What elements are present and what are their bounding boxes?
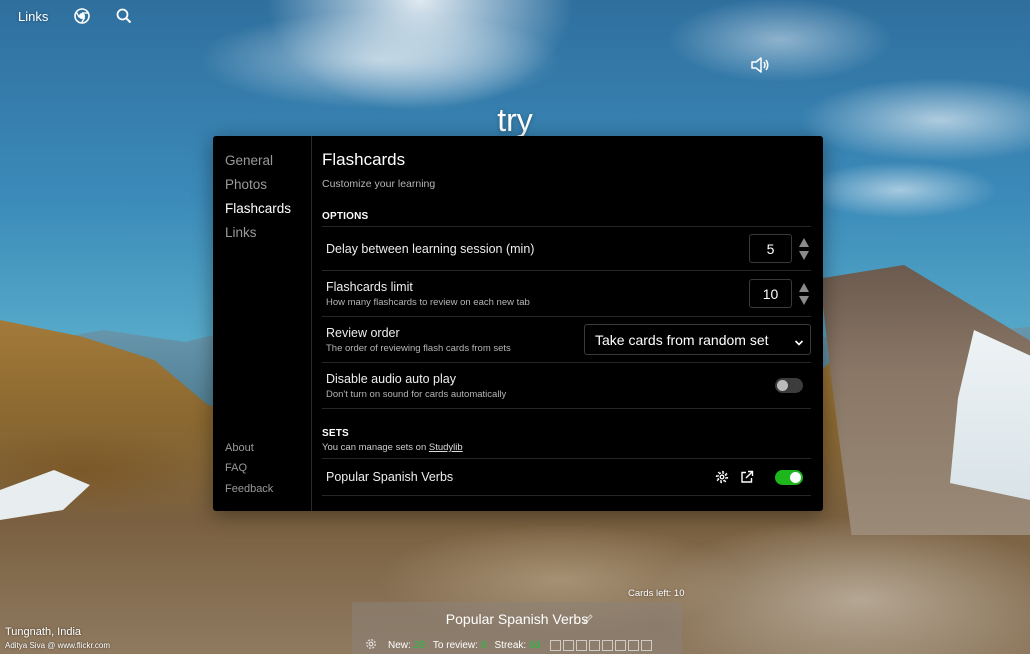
set-actions <box>715 470 754 484</box>
streak-day <box>576 640 588 651</box>
options-heading: OPTIONS <box>322 211 369 222</box>
sets-note-text: You can manage sets on <box>322 442 429 453</box>
settings-content: Flashcards Customize your learning OPTIO… <box>312 136 823 511</box>
streak-count: 0d <box>529 640 541 651</box>
delay-label: Delay between learning session (min) <box>326 241 535 256</box>
deck-name: Popular Spanish Verbs <box>445 611 589 627</box>
audio-hint: Don't turn on sound for cards automatica… <box>326 388 507 400</box>
audio-row: Disable audio auto play Don't turn on so… <box>322 362 811 408</box>
order-label: Review order <box>326 325 400 340</box>
feedback-link[interactable]: Feedback <box>225 483 273 496</box>
streak-day <box>628 640 640 651</box>
set-toggle[interactable] <box>775 469 803 485</box>
audio-label: Disable audio auto play <box>326 371 456 386</box>
limit-hint: How many flashcards to review on each ne… <box>326 296 530 308</box>
nav-flashcards[interactable]: Flashcards <box>225 201 311 217</box>
gear-icon[interactable] <box>715 470 729 484</box>
limit-input[interactable]: 10 <box>749 279 792 308</box>
streak-day <box>589 640 601 651</box>
chrome-icon[interactable] <box>74 8 91 24</box>
set-name: Popular Spanish Verbs <box>326 470 454 484</box>
order-hint: The order of reviewing flash cards from … <box>326 342 511 354</box>
settings-modal: General Photos Flashcards Links About FA… <box>213 136 823 511</box>
page-title: Flashcards <box>322 150 406 169</box>
streak-day <box>602 640 614 651</box>
search-icon[interactable] <box>116 8 132 24</box>
audio-toggle[interactable] <box>775 378 803 393</box>
nav-general[interactable]: General <box>225 153 311 169</box>
sidebar-footer: About FAQ Feedback <box>225 434 273 496</box>
photo-credit: Tungnath, India Aditya Siva @ www.flickr… <box>5 626 110 650</box>
external-link-icon[interactable] <box>740 470 754 484</box>
settings-sidebar: General Photos Flashcards Links About FA… <box>213 136 312 511</box>
new-label: New: <box>388 640 411 651</box>
order-select[interactable]: Take cards from random set <box>584 324 811 355</box>
photo-location[interactable]: Tungnath, India <box>5 626 110 638</box>
order-select-value: Take cards from random set <box>595 331 769 348</box>
photo-author[interactable]: Aditya Siva @ www.flickr.com <box>5 641 110 650</box>
limit-spinner-icon[interactable] <box>798 282 810 306</box>
faq-link[interactable]: FAQ <box>225 462 273 475</box>
streak-day <box>641 640 653 651</box>
sets-section: SETS You can manage sets on Studylib <box>322 408 811 453</box>
nav-links[interactable]: Links <box>225 225 311 241</box>
top-bar: Links <box>18 8 132 24</box>
streak-day <box>563 640 575 651</box>
sets-heading: SETS <box>322 428 349 439</box>
streak-day <box>615 640 627 651</box>
deck-panel: Popular Spanish Verbs New: 20 To review:… <box>352 602 682 654</box>
review-label: To review: <box>432 640 478 651</box>
links-link[interactable]: Links <box>18 9 48 24</box>
delay-row: Delay between learning session (min) 5 <box>322 226 811 270</box>
limit-label: Flashcards limit <box>326 279 413 294</box>
review-count: 0 <box>480 640 487 651</box>
delay-spinner-icon[interactable] <box>798 237 810 261</box>
chevron-down-icon <box>794 335 804 346</box>
deck-stats: New: 20 To review: 0 Streak: 0d <box>364 637 653 654</box>
streak-boxes <box>550 640 653 651</box>
settings-gear-icon[interactable] <box>364 637 378 654</box>
nav-photos[interactable]: Photos <box>225 177 311 193</box>
edit-icon[interactable] <box>582 612 594 624</box>
sets-note: You can manage sets on Studylib <box>322 442 811 453</box>
cards-left: Cards left: 10 <box>628 588 685 599</box>
studylib-link[interactable]: Studylib <box>429 442 463 453</box>
speaker-icon[interactable] <box>750 56 770 74</box>
limit-row: Flashcards limit How many flashcards to … <box>322 270 811 316</box>
delay-input[interactable]: 5 <box>749 234 792 263</box>
about-link[interactable]: About <box>225 442 273 455</box>
new-count: 20 <box>413 640 425 651</box>
order-row: Review order The order of reviewing flas… <box>322 316 811 362</box>
streak-label: Streak: <box>494 640 527 651</box>
streak-day <box>550 640 562 651</box>
toggle-knob <box>790 471 801 483</box>
page-subtitle: Customize your learning <box>322 178 436 190</box>
flashcard-word: try <box>497 102 533 138</box>
set-row: Popular Spanish Verbs <box>322 458 811 496</box>
toggle-knob <box>777 380 788 391</box>
